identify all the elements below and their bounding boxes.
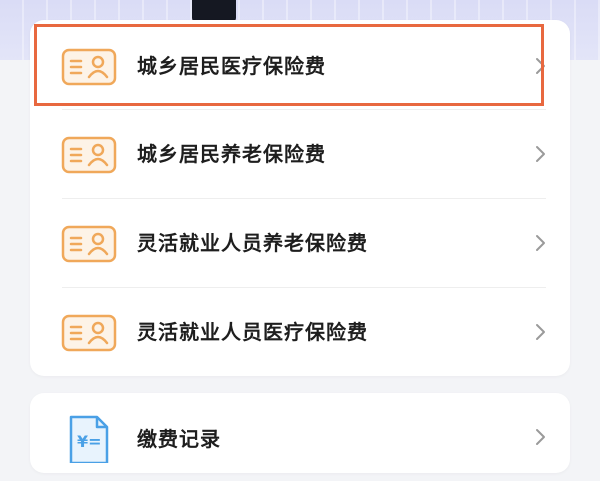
insurance-menu-card: 城乡居民医疗保险费 城乡居民养老保险费 灵活就业人员养老保险费 灵活就业人员医疗… [30, 20, 570, 376]
menu-item-label: 缴费记录 [137, 427, 221, 451]
id-card-icon [61, 314, 117, 352]
receipt-icon: ¥= [63, 413, 115, 465]
menu-item-label: 城乡居民医疗保险费 [137, 54, 326, 78]
id-card-icon [61, 48, 117, 86]
id-card-icon [61, 225, 117, 263]
chevron-right-icon [534, 143, 548, 165]
receipt-icon-text: ¥= [77, 432, 102, 451]
banner-dark-block [192, 0, 236, 22]
menu-item-label: 灵活就业人员养老保险费 [137, 231, 368, 255]
id-card-icon [61, 136, 117, 174]
menu-item-flexible-pension[interactable]: 灵活就业人员养老保险费 [30, 199, 570, 287]
menu-item-payment-records[interactable]: ¥= 缴费记录 [30, 393, 570, 481]
menu-item-urban-rural-medical[interactable]: 城乡居民医疗保险费 [30, 22, 570, 110]
menu-item-label: 灵活就业人员医疗保险费 [137, 320, 368, 344]
chevron-right-icon [534, 55, 548, 77]
menu-item-label: 城乡居民养老保险费 [137, 142, 326, 166]
chevron-right-icon [534, 321, 548, 343]
menu-item-flexible-medical[interactable]: 灵活就业人员医疗保险费 [30, 288, 570, 376]
chevron-right-icon [534, 232, 548, 254]
records-card: ¥= 缴费记录 [30, 393, 570, 473]
chevron-right-icon [534, 426, 548, 448]
menu-item-urban-rural-pension[interactable]: 城乡居民养老保险费 [30, 110, 570, 198]
